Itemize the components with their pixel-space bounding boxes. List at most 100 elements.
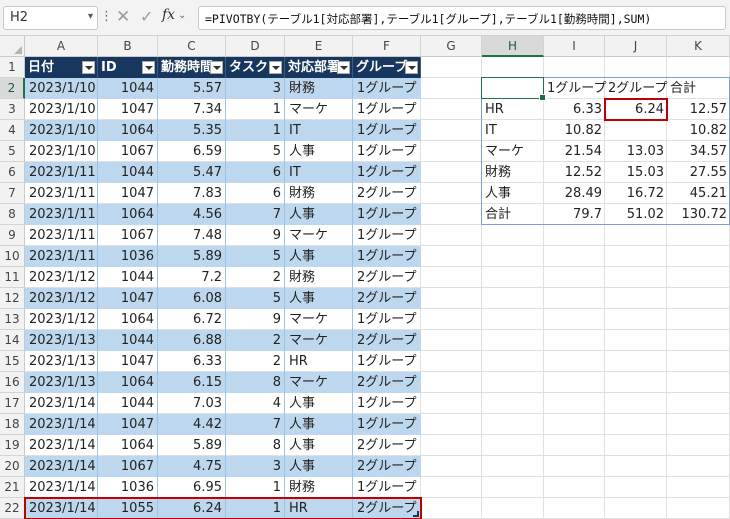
table-cell[interactable]: マーケ <box>285 225 353 246</box>
filter-dropdown-icon[interactable] <box>142 61 155 74</box>
pivot-value-cell[interactable]: 27.55 <box>667 162 730 183</box>
table-cell[interactable]: 2023/1/14 <box>25 456 98 477</box>
pivot-row-label[interactable]: 人事 <box>482 183 544 204</box>
select-all-corner[interactable] <box>0 36 25 57</box>
table-cell[interactable]: 4.42 <box>158 414 226 435</box>
table-cell[interactable]: 財務 <box>285 477 353 498</box>
row-header-22[interactable]: 22 <box>0 498 25 519</box>
row-header-20[interactable]: 20 <box>0 456 25 477</box>
table-cell[interactable]: 4 <box>226 393 285 414</box>
table-cell[interactable]: 1064 <box>98 120 158 141</box>
row-header-1[interactable]: 1 <box>0 57 25 78</box>
row-header-10[interactable]: 10 <box>0 246 25 267</box>
table-cell[interactable]: 人事 <box>285 246 353 267</box>
table-cell[interactable]: 2 <box>226 330 285 351</box>
pivot-value-cell[interactable]: 28.49 <box>544 183 605 204</box>
chevron-down-icon[interactable]: ⌄ <box>178 10 186 21</box>
table-cell[interactable]: 1067 <box>98 456 158 477</box>
pivot-row-label[interactable]: HR <box>482 99 544 120</box>
pivot-header-cell[interactable]: 1グループ <box>544 78 607 99</box>
table-cell[interactable]: 2グループ <box>353 372 421 393</box>
pivot-value-cell[interactable]: 16.72 <box>605 183 667 204</box>
pivot-row-label[interactable]: 合計 <box>482 204 544 225</box>
pivot-value-cell[interactable]: 79.7 <box>544 204 605 225</box>
table-header-cell[interactable]: 勤務時間 <box>158 57 226 78</box>
row-header-14[interactable]: 14 <box>0 330 25 351</box>
pivot-header-cell[interactable]: 合計 <box>667 78 730 99</box>
filter-dropdown-icon[interactable] <box>82 61 95 74</box>
table-header-cell[interactable]: グループ <box>353 57 421 78</box>
table-header-cell[interactable]: 対応部署 <box>285 57 353 78</box>
table-cell[interactable]: 4.75 <box>158 456 226 477</box>
row-header-16[interactable]: 16 <box>0 372 25 393</box>
table-cell[interactable]: 8 <box>226 372 285 393</box>
table-cell[interactable]: HR <box>285 351 353 372</box>
column-header-f[interactable]: F <box>353 36 421 57</box>
pivot-value-cell[interactable] <box>605 120 667 141</box>
row-header-3[interactable]: 3 <box>0 99 25 120</box>
table-cell[interactable]: 2グループ <box>353 267 421 288</box>
table-cell[interactable]: 2023/1/11 <box>25 225 98 246</box>
formula-input[interactable]: =PIVOTBY(テーブル1[対応部署],テーブル1[グループ],テーブル1[勤… <box>198 6 726 30</box>
pivot-value-cell[interactable]: 6.33 <box>544 99 605 120</box>
table-cell[interactable]: 1グループ <box>353 162 421 183</box>
table-cell[interactable]: 7.03 <box>158 393 226 414</box>
row-header-17[interactable]: 17 <box>0 393 25 414</box>
table-cell[interactable]: 1 <box>226 477 285 498</box>
table-cell[interactable]: 1 <box>226 99 285 120</box>
column-header-a[interactable]: A <box>25 36 98 57</box>
table-cell[interactable]: マーケ <box>285 330 353 351</box>
row-header-2[interactable]: 2 <box>0 78 25 99</box>
table-cell[interactable]: 5.89 <box>158 246 226 267</box>
table-cell[interactable]: 3 <box>226 456 285 477</box>
table-cell[interactable]: 8 <box>226 435 285 456</box>
table-cell[interactable]: 7.48 <box>158 225 226 246</box>
insert-function-icon[interactable]: fx <box>162 7 175 23</box>
table-cell[interactable]: 2 <box>226 351 285 372</box>
table-cell[interactable]: 2023/1/10 <box>25 99 98 120</box>
pivot-value-cell[interactable]: 34.57 <box>667 141 730 162</box>
table-cell[interactable]: 1グループ <box>353 204 421 225</box>
enter-icon[interactable]: ✓ <box>140 7 153 26</box>
table-cell[interactable]: 5 <box>226 288 285 309</box>
table-cell[interactable]: 7 <box>226 414 285 435</box>
table-cell[interactable]: 5.89 <box>158 435 226 456</box>
filter-dropdown-icon[interactable] <box>210 61 223 74</box>
table-cell[interactable]: 7.2 <box>158 267 226 288</box>
table-cell[interactable]: 1044 <box>98 267 158 288</box>
table-cell[interactable]: 6.88 <box>158 330 226 351</box>
table-cell[interactable]: 5 <box>226 141 285 162</box>
table-cell[interactable]: 人事 <box>285 435 353 456</box>
column-header-i[interactable]: I <box>544 36 605 57</box>
table-cell[interactable]: 2023/1/13 <box>25 351 98 372</box>
row-header-8[interactable]: 8 <box>0 204 25 225</box>
table-cell[interactable]: 2 <box>226 267 285 288</box>
cancel-icon[interactable]: ✕ <box>116 7 130 27</box>
table-cell[interactable]: 1064 <box>98 435 158 456</box>
table-cell[interactable]: 2グループ <box>353 456 421 477</box>
table-cell[interactable]: 人事 <box>285 288 353 309</box>
table-cell[interactable]: 2023/1/14 <box>25 477 98 498</box>
table-cell[interactable]: マーケ <box>285 99 353 120</box>
pivot-value-cell[interactable]: 10.82 <box>544 120 605 141</box>
row-header-4[interactable]: 4 <box>0 120 25 141</box>
table-header-cell[interactable]: ID <box>98 57 158 78</box>
table-cell[interactable]: 1グループ <box>353 414 421 435</box>
table-cell[interactable]: 1036 <box>98 477 158 498</box>
table-cell[interactable]: 2グループ <box>353 435 421 456</box>
table-cell[interactable]: 1047 <box>98 183 158 204</box>
pivot-row-label[interactable]: マーケ <box>482 141 544 162</box>
table-cell[interactable]: 2023/1/14 <box>25 435 98 456</box>
table-cell[interactable]: 2グループ <box>353 183 421 204</box>
pivot-value-cell[interactable]: 21.54 <box>544 141 605 162</box>
table-cell[interactable]: 1044 <box>98 393 158 414</box>
table-cell[interactable]: 1044 <box>98 78 158 99</box>
table-cell[interactable]: 6.72 <box>158 309 226 330</box>
table-cell[interactable]: 7.34 <box>158 99 226 120</box>
table-cell[interactable]: 6.59 <box>158 141 226 162</box>
table-cell[interactable]: 1064 <box>98 372 158 393</box>
table-cell[interactable]: 9 <box>226 309 285 330</box>
table-header-cell[interactable]: タスク <box>226 57 285 78</box>
table-cell[interactable]: 1036 <box>98 246 158 267</box>
table-cell[interactable]: 9 <box>226 225 285 246</box>
